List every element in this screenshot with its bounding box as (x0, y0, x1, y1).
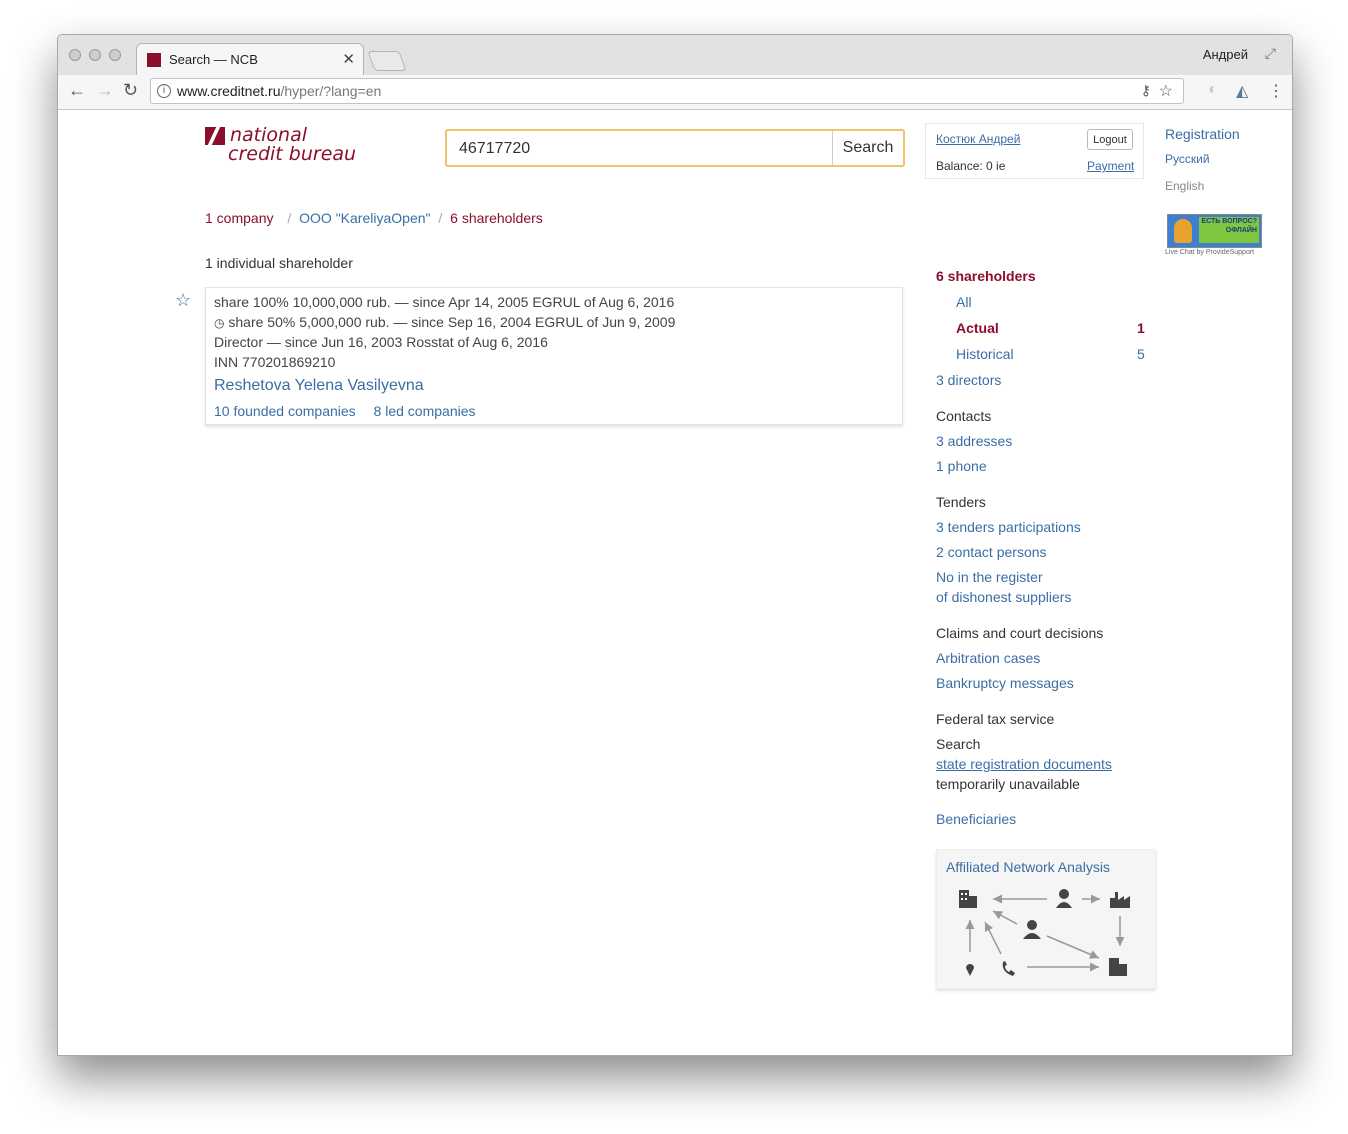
sidebar-item-bankruptcy[interactable]: Bankruptcy messages (936, 675, 1074, 691)
sidebar-item-arbitration[interactable]: Arbitration cases (936, 650, 1040, 666)
actual-count: 1 (1137, 320, 1145, 336)
profile-user-label[interactable]: Андрей (1203, 47, 1248, 62)
extension-shield-icon[interactable]: ◭ (1236, 81, 1248, 101)
history-clock-icon: ◷ (214, 316, 225, 330)
url-text[interactable]: www.creditnet.ru/hyper/?lang=en (177, 83, 381, 99)
key-icon[interactable]: ⚷ (1141, 82, 1151, 99)
extension-icon[interactable]: ◐ (1208, 81, 1218, 99)
fts-search-label: Search (936, 736, 981, 752)
sidebar-item-actual: Actual (956, 320, 999, 336)
breadcrumb-company[interactable]: 1 company (205, 210, 273, 226)
sidebar-item-directors[interactable]: 3 directors (936, 372, 1001, 388)
new-tab-button[interactable] (367, 51, 407, 71)
led-companies-link[interactable]: 8 led companies (374, 403, 476, 419)
breadcrumb-separator: / (438, 210, 443, 226)
person-icon (1023, 920, 1041, 939)
reload-icon[interactable]: ↻ (123, 80, 138, 101)
person-female-icon (1056, 889, 1072, 908)
favicon-icon (147, 53, 161, 67)
address-bar[interactable]: i www.creditnet.ru/hyper/?lang=en ⚷ ☆ (150, 78, 1184, 104)
info-icon[interactable]: i (157, 84, 171, 98)
fullscreen-icon[interactable]: ⤢ (1265, 45, 1276, 62)
close-window-button[interactable] (69, 49, 81, 61)
fts-documents-link[interactable]: state registration documents (936, 756, 1112, 772)
breadcrumb-shareholders: 6 shareholders (450, 210, 543, 226)
fts-unavailable-text: temporarily unavailable (936, 776, 1080, 792)
sidebar-item-addresses[interactable]: 3 addresses (936, 433, 1012, 449)
historical-share-line: ◷ share 50% 5,000,000 rub. — since Sep 1… (214, 314, 676, 330)
sidebar-claims-heading: Claims and court decisions (936, 625, 1104, 641)
building-icon (959, 890, 977, 908)
live-chat-caption[interactable]: Live Chat by ProvideSupport (1165, 249, 1254, 256)
location-pin-icon (966, 964, 974, 976)
sidebar-fts-heading: Federal tax service (936, 711, 1055, 727)
sidebar-item-all[interactable]: All (956, 294, 972, 310)
factory-icon (1110, 892, 1130, 908)
language-english-current: English (1165, 179, 1205, 193)
close-tab-icon[interactable]: ✕ (342, 50, 355, 68)
founded-companies-link[interactable]: 10 founded companies (214, 403, 356, 419)
browser-toolbar: ← → ↻ i www.creditnet.ru/hyper/?lang=en … (58, 75, 1292, 110)
phone-icon (1002, 961, 1015, 976)
sidebar-shareholders-heading: 6 shareholders (936, 268, 1036, 284)
sidebar-tenders-heading: Tenders (936, 494, 986, 510)
sidebar-item-phone[interactable]: 1 phone (936, 458, 987, 474)
historical-count[interactable]: 5 (1137, 346, 1145, 362)
sidebar-item-contact-persons[interactable]: 2 contact persons (936, 544, 1047, 560)
registration-link[interactable]: Registration (1165, 126, 1240, 142)
browser-window: Search — NCB ✕ Андрей ⤢ ← → ↻ i www.cred… (57, 34, 1293, 1056)
person-name-link[interactable]: Reshetova Yelena Vasilyevna (214, 377, 424, 395)
browser-tab[interactable]: Search — NCB ✕ (136, 43, 364, 75)
building-icon (1109, 958, 1127, 976)
sidebar-item-beneficiaries[interactable]: Beneficiaries (936, 811, 1016, 827)
title-bar: Search — NCB ✕ Андрей ⤢ (58, 35, 1292, 75)
live-chat-button[interactable]: ЕСТЬ ВОПРОС? ОФЛАЙН (1167, 214, 1262, 248)
share-line: share 100% 10,000,000 rub. — since Apr 1… (214, 294, 675, 310)
ncb-logo[interactable]: national credit bureau (228, 126, 356, 164)
bookmark-star-icon[interactable]: ☆ (1159, 81, 1173, 101)
logout-button[interactable]: Logout (1087, 129, 1133, 150)
live-chat-badge: ЕСТЬ ВОПРОС? ОФЛАЙН (1199, 217, 1259, 243)
network-analysis-title[interactable]: Affiliated Network Analysis (946, 859, 1110, 875)
search-input[interactable] (457, 139, 821, 159)
sidebar-item-tenders[interactable]: 3 tenders participations (936, 519, 1081, 535)
search-button[interactable]: Search (832, 131, 903, 165)
chat-person-icon (1174, 219, 1192, 243)
forward-icon[interactable]: → (96, 80, 114, 101)
account-panel: Костюк Андрей Logout Balance: 0 ie Payme… (925, 123, 1144, 179)
breadcrumb-company-name[interactable]: OOO "KareliyaOpen" (299, 210, 430, 226)
minimize-window-button[interactable] (89, 49, 101, 61)
account-name-link[interactable]: Костюк Андрей (936, 132, 1020, 146)
sidebar-item-historical[interactable]: Historical (956, 346, 1014, 362)
page-content: national credit bureau Search Костюк Анд… (58, 110, 1292, 1055)
breadcrumb-separator: / (287, 210, 292, 226)
inn-line: INN 770201869210 (214, 354, 336, 370)
language-russian-link[interactable]: Русский (1165, 152, 1240, 166)
favorite-star-icon[interactable]: ☆ (175, 290, 191, 311)
sidebar-item-register-line1[interactable]: No in the register (936, 569, 1043, 585)
top-right-links: Registration Русский English (1165, 126, 1240, 193)
network-diagram (959, 889, 1130, 976)
breadcrumb: 1 company / OOO "KareliyaOpen" / 6 share… (205, 210, 543, 226)
back-icon[interactable]: ← (68, 80, 86, 101)
director-line: Director — since Jun 16, 2003 Rosstat of… (214, 334, 548, 350)
balance-text: Balance: 0 ie (936, 159, 1006, 173)
shareholder-card: share 100% 10,000,000 rub. — since Apr 1… (205, 287, 903, 425)
menu-icon[interactable]: ⋮ (1268, 81, 1284, 101)
payment-link[interactable]: Payment (1087, 159, 1134, 173)
card-links: 10 founded companies 8 led companies (214, 403, 490, 419)
search-form: Search (445, 129, 905, 167)
tab-title: Search — NCB (169, 52, 258, 67)
section-heading: 1 individual shareholder (205, 255, 353, 271)
network-analysis-widget[interactable]: Affiliated Network Analysis (936, 849, 1156, 989)
sidebar-contacts-heading: Contacts (936, 408, 992, 424)
zoom-window-button[interactable] (109, 49, 121, 61)
sidebar-item-register-line2[interactable]: of dishonest suppliers (936, 589, 1071, 605)
ncb-logo-icon[interactable] (205, 127, 225, 145)
